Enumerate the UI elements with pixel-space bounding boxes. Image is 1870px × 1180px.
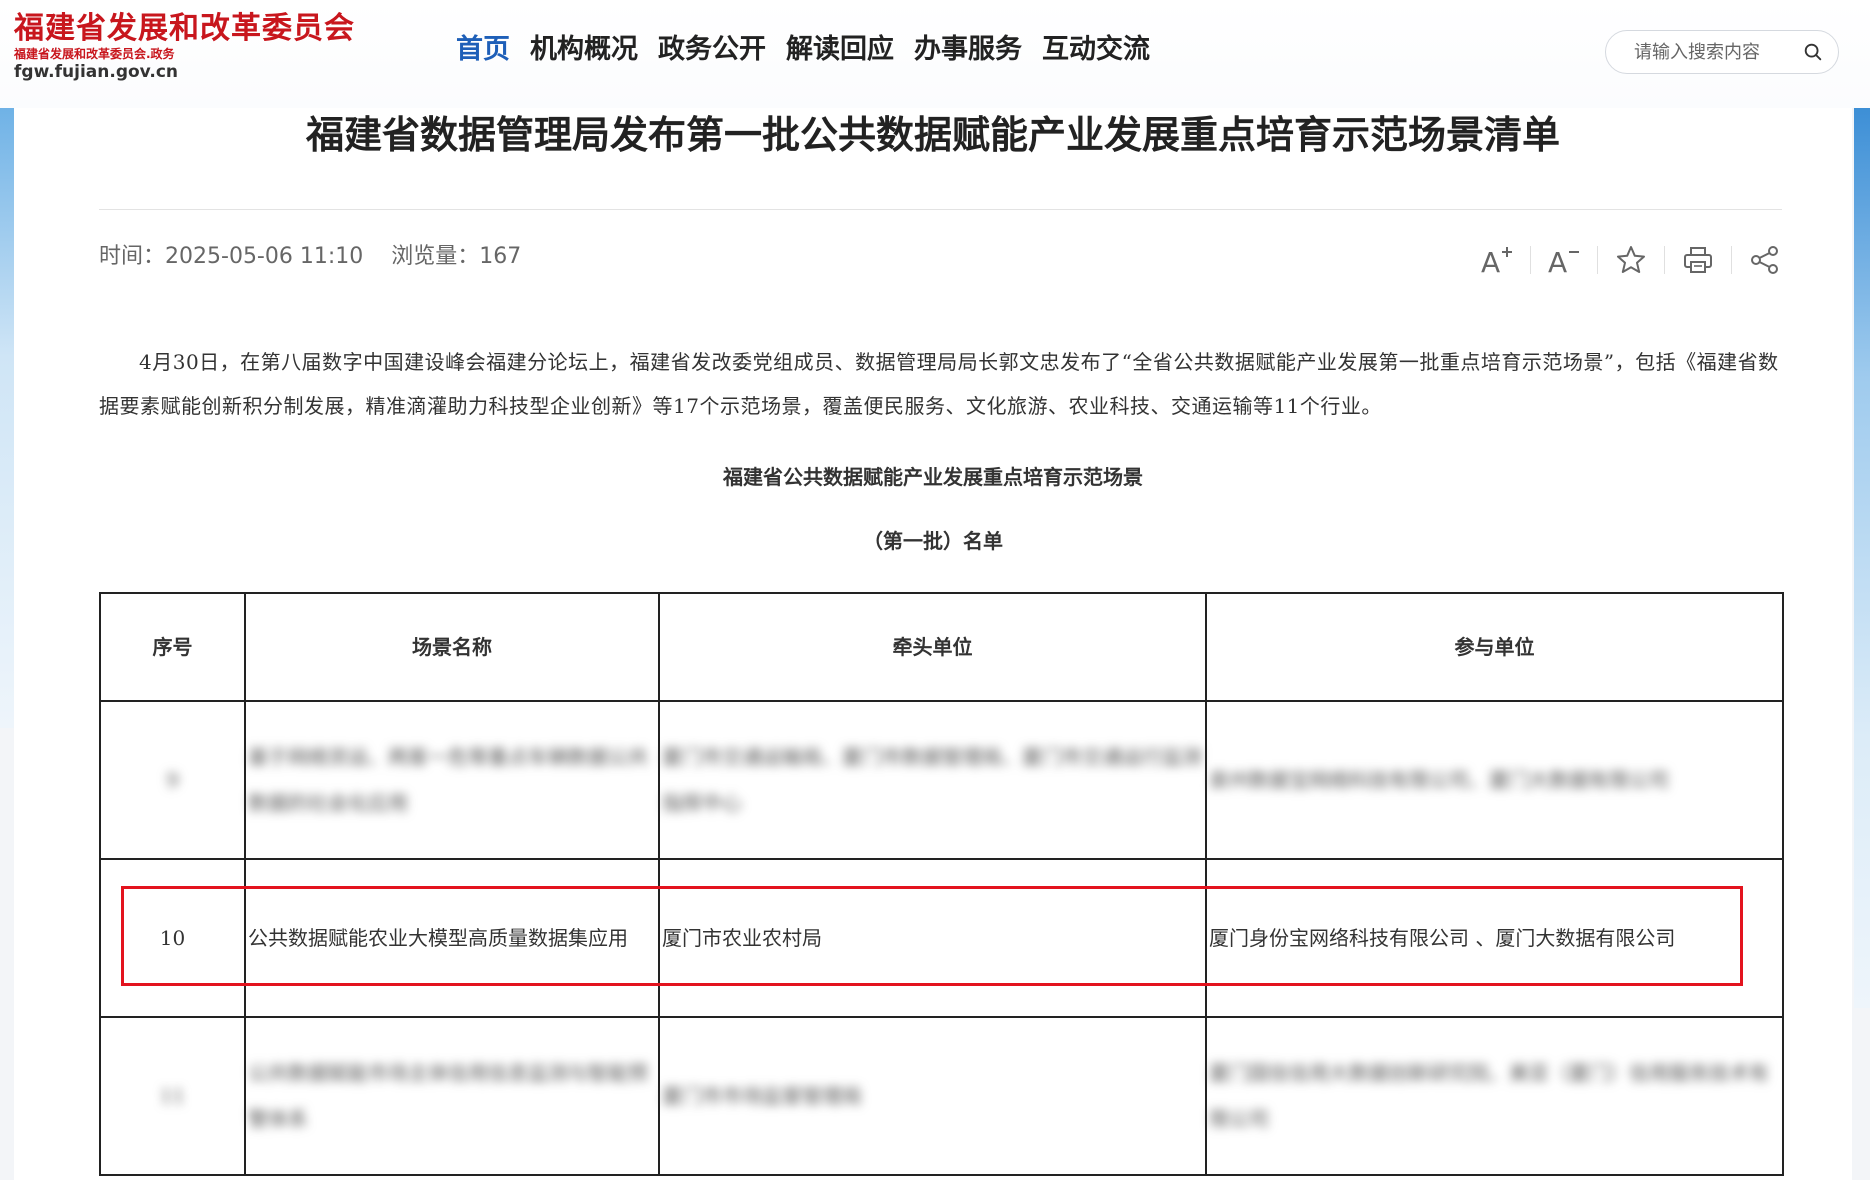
publish-time-label: 时间：: [99, 244, 166, 269]
share-button[interactable]: [1732, 240, 1798, 280]
header-lead-unit: 牵头单位: [658, 592, 1207, 702]
font-increase-icon: A: [1481, 246, 1512, 276]
nav-item-interpretation[interactable]: 解读回应: [786, 30, 894, 70]
table-caption-subtitle: （第一批）名单: [863, 529, 1003, 553]
row-number: 11: [99, 1016, 246, 1176]
header-number: 序号: [99, 592, 246, 702]
font-increase-button[interactable]: A: [1464, 240, 1530, 280]
article-paragraph: 4月30日，在第八届数字中国建设峰会福建分论坛上，福建省发改委党组成员、数据管理…: [99, 350, 1779, 418]
article-title: 福建省数据管理局发布第一批公共数据赋能产业发展重点培育示范场景清单: [305, 113, 1560, 157]
svg-text:A: A: [1481, 246, 1500, 276]
header-scenario-name: 场景名称: [244, 592, 660, 702]
header-participating-units: 参与单位: [1205, 592, 1784, 702]
main-nav: 首页 机构概况 政务公开 解读回应 办事服务 互动交流: [456, 30, 1150, 70]
logo-title: 福建省发展和改革委员会: [14, 11, 355, 46]
row-scenario-name: 基于网络货运、两客一危等重点车辆数据公共数据的社会化应用: [244, 700, 660, 860]
right-decorative-band: [1854, 108, 1870, 1008]
search-box: [1605, 30, 1839, 74]
share-icon: [1751, 246, 1778, 274]
table-caption-title: 福建省公共数据赋能产业发展重点培育示范场景: [723, 465, 1143, 489]
row-number: 9: [99, 700, 246, 860]
table-header-row: 序号 场景名称 牵头单位 参与单位: [99, 592, 1784, 702]
row-lead-unit: 厦门市交通运输局、厦门市数据管理局、厦门市交通运行监测指挥中心: [658, 700, 1207, 860]
favorite-button[interactable]: [1598, 240, 1664, 280]
view-count: 浏览量：167: [391, 242, 521, 272]
font-decrease-icon: A: [1548, 246, 1579, 276]
logo-subtitle: 福建省发展和改革委员会.政务: [14, 47, 175, 61]
star-icon: [1617, 246, 1645, 273]
row-participating-units: 厦门国信信用大数据创新研究院、美亚（厦门）信用服务技术有限公司: [1205, 1016, 1784, 1176]
nav-item-public-affairs[interactable]: 政务公开: [658, 30, 766, 70]
article-toolbar: A A: [1464, 240, 1798, 280]
publish-time: 时间：2025-05-06 11:10: [99, 242, 363, 272]
print-button[interactable]: [1665, 240, 1731, 280]
row-participating-units: 厦门身份宝网络科技有限公司 、厦门大数据有限公司: [1205, 858, 1784, 1018]
row-lead-unit: 厦门市农业农村局: [658, 858, 1207, 1018]
row-scenario-name: 公共数据赋能农业大模型高质量数据集应用: [244, 858, 660, 1018]
article-container: 福建省数据管理局发布第一批公共数据赋能产业发展重点培育示范场景清单 时间：202…: [14, 108, 1852, 1180]
nav-item-about[interactable]: 机构概况: [530, 30, 638, 70]
table-row: 9 基于网络货运、两客一危等重点车辆数据公共数据的社会化应用 厦门市交通运输局、…: [99, 700, 1784, 860]
table-row: 11 公共数据赋能市场主体信用信息监测与智能预警体系 厦门市市场监督管理局 厦门…: [99, 1016, 1784, 1176]
row-scenario-name: 公共数据赋能市场主体信用信息监测与智能预警体系: [244, 1016, 660, 1176]
scenario-table: 序号 场景名称 牵头单位 参与单位 9 基于网络货运、两客一危等重点车辆数据公共…: [99, 592, 1784, 1176]
view-count-label: 浏览量：: [391, 244, 480, 269]
title-divider: [99, 209, 1782, 210]
view-count-value: 167: [479, 244, 522, 269]
row-number: 10: [99, 858, 246, 1018]
publish-time-value: 2025-05-06 11:10: [165, 244, 364, 269]
site-header: 福建省发展和改革委员会 福建省发展和改革委员会.政务 fgw.fujian.go…: [0, 0, 1870, 108]
search-input[interactable]: [1632, 40, 1796, 64]
font-decrease-button[interactable]: A: [1531, 240, 1597, 280]
article-meta: 时间：2025-05-06 11:10 浏览量：167: [99, 242, 521, 272]
nav-item-interaction[interactable]: 互动交流: [1042, 30, 1150, 70]
search-icon[interactable]: [1802, 41, 1824, 63]
left-decorative-band: [0, 108, 14, 728]
table-row-highlighted: 10 公共数据赋能农业大模型高质量数据集应用 厦门市农业农村局 厦门身份宝网络科…: [99, 858, 1784, 1018]
nav-item-home[interactable]: 首页: [456, 30, 510, 70]
row-participating-units: 泉州数据宝网络科技有限公司、厦门大数据有限公司: [1205, 700, 1784, 860]
print-icon: [1684, 247, 1712, 273]
site-logo[interactable]: 福建省发展和改革委员会 福建省发展和改革委员会.政务 fgw.fujian.go…: [14, 11, 355, 83]
nav-item-services[interactable]: 办事服务: [914, 30, 1022, 70]
logo-url: fgw.fujian.gov.cn: [14, 62, 179, 82]
svg-text:A: A: [1548, 246, 1567, 276]
row-lead-unit: 厦门市市场监督管理局: [658, 1016, 1207, 1176]
